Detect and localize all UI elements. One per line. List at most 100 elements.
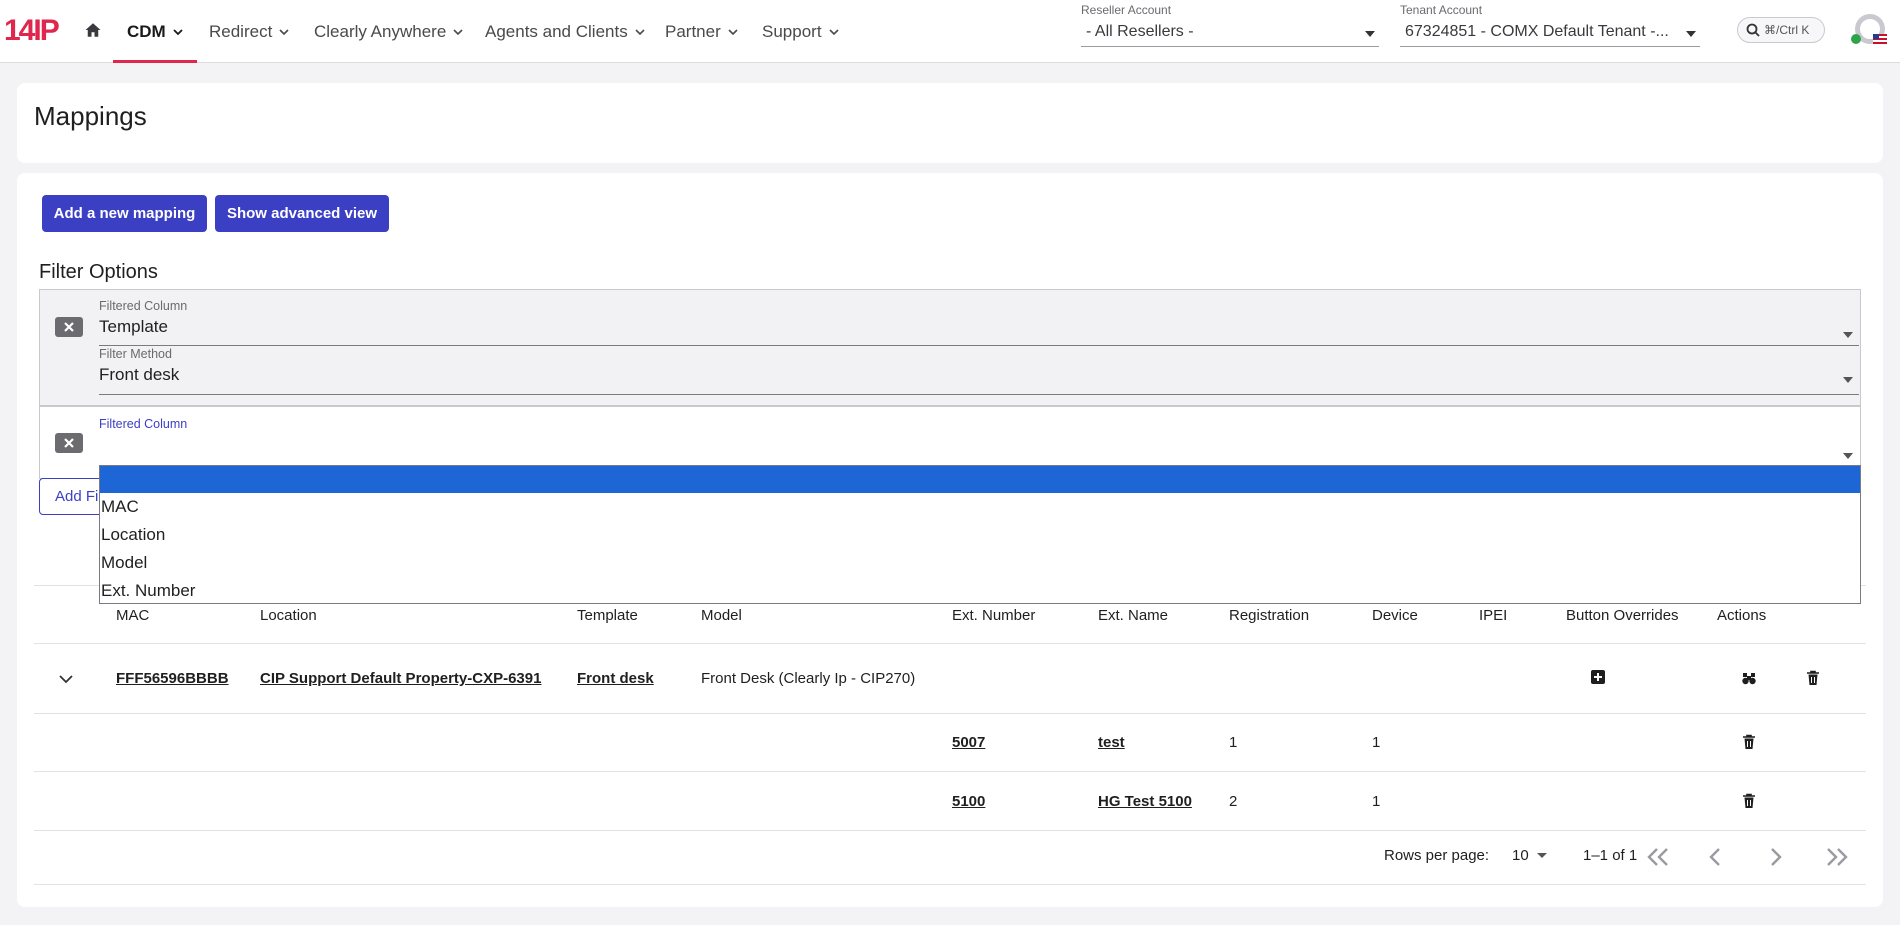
rows-per-page-value: 10 [1512,847,1529,864]
dropdown-caret-icon [1843,332,1853,338]
nav-clearly-anywhere[interactable]: Clearly Anywhere [314,22,464,42]
chevron-down-icon [173,29,183,36]
chevron-down-icon [279,29,289,36]
table-divider [34,884,1866,885]
trash-icon[interactable] [1741,734,1757,750]
top-nav-bar: 14IP CDM Redirect Clearly Anywhere Agent… [0,0,1900,63]
filtered-column-select[interactable]: Filtered Column Template [99,299,1859,346]
registration-cell: 2 [1229,793,1238,810]
chevron-down-icon [453,29,463,36]
nav-agents-and-clients-label: Agents and Clients [485,22,628,41]
filtered-column-label: Filtered Column [99,299,188,313]
column-header-button-overrides[interactable]: Button Overrides [1566,607,1679,624]
mac-link[interactable]: FFF56596BBBB [116,670,229,687]
device-cell: 1 [1372,793,1381,810]
next-page-icon[interactable] [1768,846,1784,868]
filtered-column-label: Filtered Column [99,417,188,431]
reseller-account-value[interactable]: - All Resellers - [1081,23,1379,47]
tenant-account-value[interactable]: 67324851 - COMX Default Tenant -... [1400,23,1700,47]
filter-method-label: Filter Method [99,347,172,361]
dropdown-caret-icon [1843,377,1853,383]
template-link[interactable]: Front desk [577,670,654,687]
dropdown-option-mac[interactable]: MAC [100,493,1860,521]
nav-redirect[interactable]: Redirect [209,22,290,42]
tenant-account-select[interactable]: Tenant Account 67324851 - COMX Default T… [1400,3,1700,47]
ext-name-link[interactable]: test [1098,734,1125,751]
table-divider [34,713,1866,714]
tenant-account-value-text: 67324851 - COMX Default Tenant -... [1405,23,1669,40]
tenant-account-label: Tenant Account [1400,3,1483,17]
ext-name-link[interactable]: HG Test 5100 [1098,793,1192,810]
registration-cell: 1 [1229,734,1238,751]
table-divider [34,643,1866,644]
column-header-registration[interactable]: Registration [1229,607,1309,624]
previous-page-icon[interactable] [1707,846,1723,868]
last-page-icon[interactable] [1824,846,1850,868]
nav-redirect-label: Redirect [209,22,273,41]
model-cell: Front Desk (Clearly Ip - CIP270) [701,670,916,687]
column-header-actions: Actions [1717,607,1767,624]
device-cell: 1 [1372,734,1381,751]
chevron-down-icon [828,29,839,36]
column-header-template[interactable]: Template [577,607,638,624]
page-header-card: Mappings [17,83,1883,163]
home-icon[interactable] [84,21,102,39]
trash-icon[interactable] [1805,670,1821,686]
add-override-icon[interactable] [1591,670,1605,684]
remove-filter-button[interactable] [55,317,83,337]
search-icon [1746,23,1760,37]
column-header-mac[interactable]: MAC [116,607,149,624]
dropdown-option-location[interactable]: Location [100,521,1860,549]
add-mapping-button[interactable]: Add a new mapping [42,195,207,232]
nav-partner-label: Partner [665,22,721,41]
dropdown-option-empty[interactable] [100,466,1860,493]
dropdown-caret-icon [1365,31,1375,37]
column-header-ipei[interactable]: IPEI [1479,607,1507,624]
chevron-down-icon[interactable] [58,671,74,687]
dropdown-caret-icon [1686,31,1696,37]
ext-number-link[interactable]: 5007 [952,734,985,751]
rows-per-page-select[interactable]: 10 [1512,847,1547,864]
close-icon [64,322,74,332]
first-page-icon[interactable] [1645,846,1671,868]
dropdown-caret-icon [1536,853,1547,858]
trash-icon[interactable] [1741,793,1757,809]
rows-per-page-label: Rows per page: [1384,847,1490,864]
nav-support[interactable]: Support [762,22,840,42]
table-divider [34,771,1866,772]
nav-cdm[interactable]: CDM [127,22,184,42]
filtered-column-dropdown-list: MAC Location Model Ext. Number [99,465,1861,604]
binoculars-icon[interactable] [1741,670,1757,686]
nav-active-indicator [113,60,197,63]
column-header-model[interactable]: Model [701,607,742,624]
filtered-column-value: Template [99,317,168,336]
global-search-button[interactable]: ⌘/Ctrl K [1737,17,1825,43]
filter-options-title: Filter Options [39,261,158,283]
location-link[interactable]: CIP Support Default Property-CXP-6391 [260,670,541,687]
filter-method-select[interactable]: Filter Method Front desk [99,347,1859,395]
reseller-account-select[interactable]: Reseller Account - All Resellers - [1081,3,1379,47]
nav-agents-and-clients[interactable]: Agents and Clients [485,22,646,42]
page-title: Mappings [34,101,147,131]
column-header-device[interactable]: Device [1372,607,1418,624]
column-header-location[interactable]: Location [260,607,317,624]
nav-partner[interactable]: Partner [665,22,739,42]
us-flag-icon[interactable] [1873,34,1887,44]
brand-logo[interactable]: 14IP [4,14,60,48]
dropdown-option-model[interactable]: Model [100,549,1860,577]
nav-cdm-label: CDM [127,22,166,41]
chevron-down-icon [635,29,645,36]
search-shortcut-label: ⌘/Ctrl K [1764,23,1810,37]
nav-clearly-anywhere-label: Clearly Anywhere [314,22,447,41]
filter-row: Filtered Column Template Filter Method F… [39,289,1861,406]
ext-number-link[interactable]: 5100 [952,793,985,810]
filtered-column-select[interactable]: Filtered Column [99,417,1859,471]
pagination-range: 1–1 of 1 [1583,847,1638,864]
nav-support-label: Support [762,22,822,41]
chevron-down-icon [728,29,738,36]
dropdown-option-ext-number[interactable]: Ext. Number [100,577,1860,605]
show-advanced-view-button[interactable]: Show advanced view [215,195,389,232]
remove-filter-button[interactable] [55,433,83,453]
column-header-ext-number[interactable]: Ext. Number [952,607,1035,624]
column-header-ext-name[interactable]: Ext. Name [1098,607,1168,624]
